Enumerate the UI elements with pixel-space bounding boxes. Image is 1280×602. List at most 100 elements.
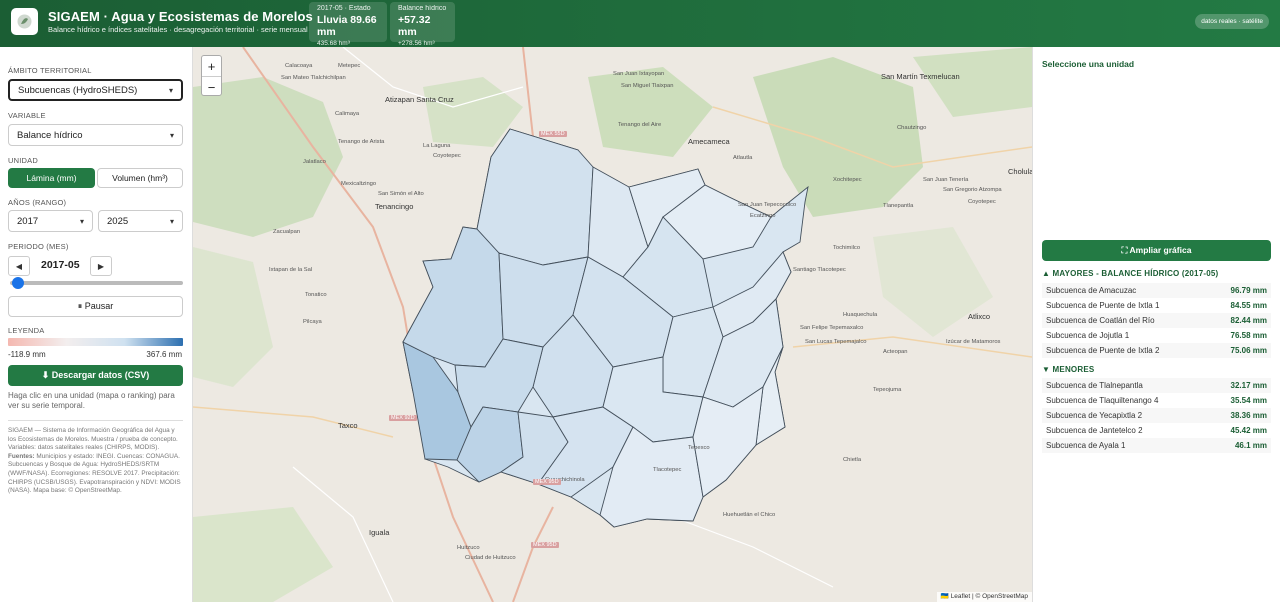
map-label: Ixtapan de la Sal <box>269 267 313 273</box>
list-item[interactable]: Subcuenca de Puente de Ixtla 2 75.06 mm <box>1042 343 1271 358</box>
map-label: San Miguel Tlaixpan <box>621 83 674 89</box>
map-label: Mexicaltzingo <box>341 181 377 187</box>
app-subtitle: Balance hídrico e índices satelitales · … <box>48 25 308 34</box>
list-item[interactable]: Subcuenca de Amacuzac 96.79 mm <box>1042 283 1271 298</box>
kpi-rain-value: Lluvia 89.66 mm <box>317 14 377 38</box>
zoom-out-button[interactable]: − <box>202 77 221 97</box>
sources-label: Fuentes: <box>8 452 35 460</box>
kpi-rain-sub: 435.68 hm³ <box>317 40 350 47</box>
kpi-balance-label: Balance hídrico <box>398 5 447 12</box>
chevron-down-icon: ▾ <box>168 85 173 95</box>
year-from-value: 2017 <box>17 215 39 227</box>
territory-select[interactable]: Subcuencas (HydroSHEDS) ▾ <box>8 79 183 101</box>
map-label: Chietla <box>843 457 862 463</box>
list-item-value: 35.54 mm <box>1230 396 1267 405</box>
list-item-name: Subcuenca de Puente de Ixtla 2 <box>1046 346 1160 355</box>
map-label: San Gregorio Atzompa <box>943 187 1002 193</box>
hint-text: Haga clic en una unidad (mapa o ranking)… <box>8 391 175 410</box>
map-label: San Simón el Alto <box>378 191 424 197</box>
map-label: Pilcaya <box>303 319 322 325</box>
map-label: Calacoaya <box>285 63 313 69</box>
map-label: Huaquechula <box>843 312 878 318</box>
map-label: Metepec <box>338 63 361 69</box>
data-source-badge: datos reales · satélite <box>1195 14 1269 29</box>
map-label: Ecatzingo <box>750 213 776 219</box>
app-title: SIGAEM · Agua y Ecosistemas de Morelos <box>48 9 313 24</box>
map-label: Calimaya <box>335 111 360 117</box>
legend-max: 367.6 mm <box>146 350 182 359</box>
list-item-value: 46.1 mm <box>1234 441 1267 450</box>
list-item-name: Subcuenca de Tlalnepantla <box>1046 381 1143 390</box>
next-period-button[interactable]: ▶ <box>90 256 112 276</box>
highway-label: MEX 95D <box>531 542 559 548</box>
year-from-select[interactable]: 2017 ▾ <box>8 210 93 232</box>
zoom-control: + − <box>201 55 222 96</box>
map-view[interactable]: Calacoaya Metepec San Mateo Tlalchichilp… <box>193 47 1032 602</box>
list-item[interactable]: Subcuenca de Coatlán del Río 82.44 mm <box>1042 313 1271 328</box>
list-item[interactable]: Subcuenca de Yecapixtla 2 38.36 mm <box>1042 408 1271 423</box>
period-label: PERIODO (MES) <box>8 242 69 251</box>
variables-note: Variables: datos satelitales reales (CHI… <box>8 444 160 452</box>
map-label: Tonatico <box>305 292 327 298</box>
map-label: Zacualpan <box>273 229 301 235</box>
list-item-name: Subcuenca de Ayala 1 <box>1046 441 1126 450</box>
list-item[interactable]: Subcuenca de Puente de Ixtla 1 84.55 mm <box>1042 298 1271 313</box>
highway-label: MEX 55D <box>539 131 567 137</box>
kpi-balance: Balance hídrico +57.32 mm +278.56 hm³ <box>390 2 455 47</box>
triangle-right-icon: ▶ <box>97 261 105 271</box>
pause-button[interactable]: ⏸ Pausar <box>8 296 183 317</box>
zoom-in-button[interactable]: + <box>202 56 221 76</box>
map-label: Tlanepantla <box>883 203 914 209</box>
map-label: Atlautla <box>733 155 753 161</box>
map-label: Acteopan <box>883 349 908 355</box>
unit-volumen-button[interactable]: Volumen (hm³) <box>97 168 183 188</box>
map-label: San Juan Ixtayopan <box>613 71 665 77</box>
period-slider-track[interactable] <box>10 281 183 285</box>
top-ranking-list: Subcuenca de Amacuzac 96.79 mm Subcuenca … <box>1042 283 1271 358</box>
map-label: San Martín Texmelucan <box>881 72 960 81</box>
variable-select-value: Balance hídrico <box>17 129 83 141</box>
period-slider-thumb[interactable] <box>12 277 24 289</box>
chevron-down-icon: ▾ <box>169 130 174 140</box>
chevron-down-icon: ▾ <box>169 216 174 226</box>
list-item-name: Subcuenca de Puente de Ixtla 1 <box>1046 301 1160 310</box>
legend-min: -118.9 mm <box>8 350 46 359</box>
map-attribution[interactable]: 🇺🇦 Leaflet | © OpenStreetMap <box>936 592 1032 602</box>
legend-label: LEYENDA <box>8 326 45 335</box>
map-label: San Lucas Tepemajalco <box>805 339 867 345</box>
about-description: SIGAEM — Sistema de Información Geográfi… <box>8 427 178 443</box>
list-item-value: 84.55 mm <box>1230 301 1267 310</box>
unit-label: UNIDAD <box>8 156 38 165</box>
unit-lamina-button[interactable]: Lámina (mm) <box>8 168 95 188</box>
map-label: Santiago Tlacotepec <box>793 267 846 273</box>
map-label: Tochimilco <box>833 245 861 251</box>
expand-chart-button[interactable]: ⛶ Ampliar gráfica <box>1042 240 1271 261</box>
download-csv-button[interactable]: ⬇ Descargar datos (CSV) <box>8 365 183 386</box>
triangle-left-icon: ◀ <box>15 261 23 271</box>
bottom-ranking-list: Subcuenca de Tlalnepantla 32.17 mm Subcue… <box>1042 378 1271 453</box>
highway-label: MEX 95D <box>533 479 561 485</box>
prev-period-button[interactable]: ◀ <box>8 256 30 276</box>
year-to-select[interactable]: 2025 ▾ <box>98 210 183 232</box>
legend-color-ramp <box>8 338 183 346</box>
top-ranking-title: ▲ MAYORES - BALANCE HÍDRICO (2017-05) <box>1042 269 1219 278</box>
list-item-name: Subcuenca de Amacuzac <box>1046 286 1137 295</box>
list-item-name: Subcuenca de Coatlán del Río <box>1046 316 1155 325</box>
list-item[interactable]: Subcuenca de Ayala 1 46.1 mm <box>1042 438 1271 453</box>
list-item[interactable]: Subcuenca de Tlaquiltenango 4 35.54 mm <box>1042 393 1271 408</box>
kpi-rain-label: 2017-05 · Estado <box>317 5 371 12</box>
detail-panel: Seleccione una unidad ⛶ Ampliar gráfica … <box>1032 47 1280 602</box>
map-label: Amecameca <box>688 137 730 146</box>
leaf-icon <box>17 14 32 29</box>
kpi-rain: 2017-05 · Estado Lluvia 89.66 mm 435.68 … <box>309 2 387 47</box>
map-label: Atlixco <box>968 312 991 321</box>
map-label: Coyotepec <box>968 199 996 205</box>
map-label: Iguala <box>369 528 390 537</box>
list-item[interactable]: Subcuenca de Jojutla 1 76.58 mm <box>1042 328 1271 343</box>
list-item[interactable]: Subcuenca de Tlalnepantla 32.17 mm <box>1042 378 1271 393</box>
variable-select[interactable]: Balance hídrico ▾ <box>8 124 183 146</box>
map-label: San Mateo Tlalchichilpan <box>281 75 346 81</box>
list-item[interactable]: Subcuenca de Jantetelco 2 45.42 mm <box>1042 423 1271 438</box>
years-label: AÑOS (RANGO) <box>8 198 67 207</box>
map-label: Tepeojuma <box>873 387 902 393</box>
